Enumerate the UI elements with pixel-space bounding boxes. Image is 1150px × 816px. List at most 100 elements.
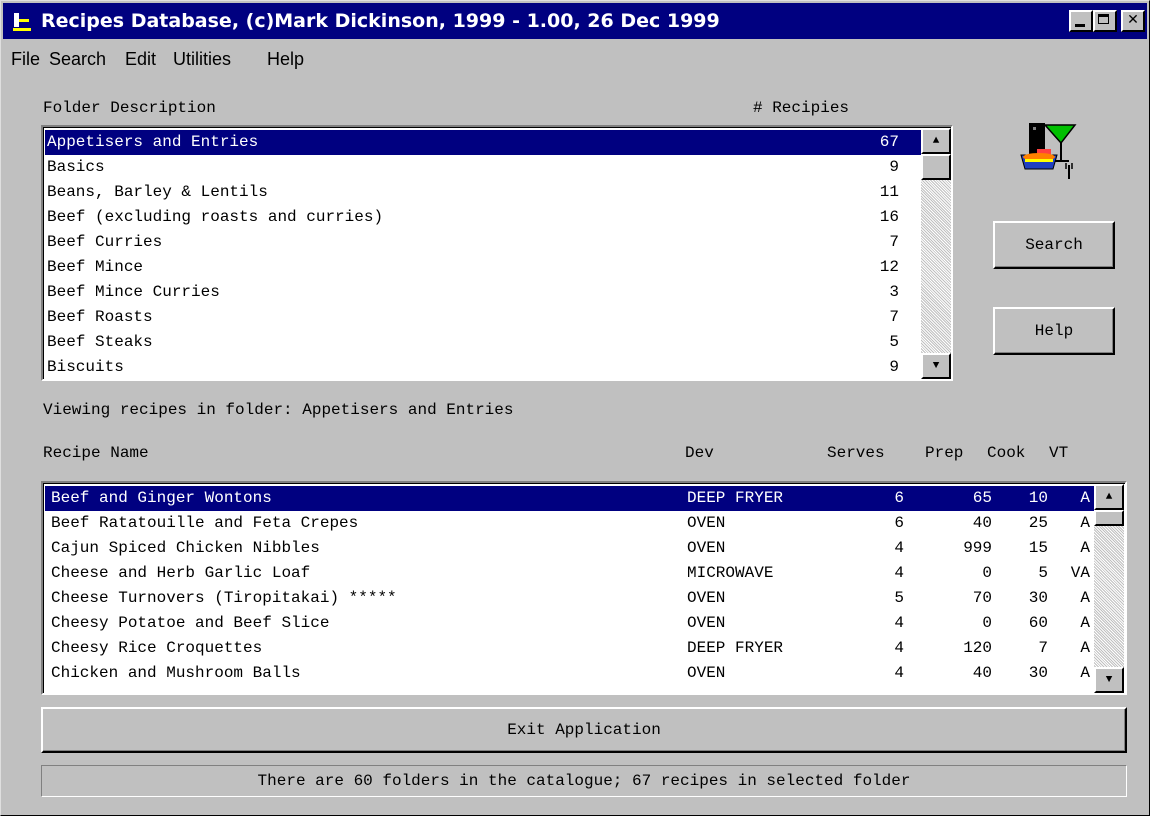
recipe-row[interactable]: Cajun Spiced Chicken Nibbles OVEN 4 999 … [45, 536, 1094, 561]
recipe-row[interactable]: Cheesy Potatoe and Beef Slice OVEN 4 0 6… [45, 611, 1094, 636]
recipe-row[interactable]: Cheese and Herb Garlic Loaf MICROWAVE 4 … [45, 561, 1094, 586]
folder-row[interactable]: Beans, Barley & Lentils 11 [45, 180, 921, 205]
scroll-thumb[interactable] [1094, 510, 1124, 526]
recipe-dev: OVEN [687, 589, 726, 607]
folder-row[interactable]: Beef Steaks 5 [45, 330, 921, 355]
recipe-vt: A [1080, 489, 1090, 507]
status-bar: There are 60 folders in the catalogue; 6… [41, 765, 1127, 797]
folder-scrollbar[interactable]: ▲ ▼ [921, 128, 951, 379]
recipe-vt: A [1080, 664, 1090, 682]
folder-row[interactable]: Biscuits 9 [45, 355, 921, 379]
recipe-serves: 6 [894, 489, 904, 507]
recipe-prep: 65 [972, 489, 992, 507]
recipe-vt: A [1080, 589, 1090, 607]
recipe-name: Cajun Spiced Chicken Nibbles [51, 539, 320, 557]
recipe-cook: 25 [1028, 514, 1048, 532]
recipe-name: Chicken and Mushroom Balls [51, 664, 301, 682]
recipe-row[interactable]: Cheesy Rice Croquettes DEEP FRYER 4 120 … [45, 636, 1094, 661]
recipe-cook: 15 [1028, 539, 1048, 557]
folder-row[interactable]: Basics 9 [45, 155, 921, 180]
folder-count: 12 [879, 258, 899, 276]
folder-row[interactable]: Appetisers and Entries 67 [45, 130, 921, 155]
prep-header: Prep [925, 444, 964, 462]
recipe-cook: 7 [1038, 639, 1048, 657]
recipe-prep: 40 [972, 514, 992, 532]
recipe-dev: MICROWAVE [687, 564, 774, 582]
cook-header: Cook [987, 444, 1026, 462]
title-bar[interactable]: Recipes Database, (c)Mark Dickinson, 199… [3, 3, 1147, 39]
folder-name: Beef Mince [47, 258, 144, 276]
scroll-down-icon[interactable]: ▼ [921, 353, 951, 379]
folder-description-header: Folder Description [43, 99, 216, 117]
recipe-cook: 5 [1038, 564, 1048, 582]
folder-row[interactable]: Beef Mince 12 [45, 255, 921, 280]
scroll-up-icon[interactable]: ▲ [1094, 484, 1124, 510]
folder-name: Beef Roasts [47, 308, 153, 326]
recipe-prep: 0 [982, 564, 992, 582]
recipe-cook: 60 [1028, 614, 1048, 632]
folder-row[interactable]: Beef (excluding roasts and curries) 16 [45, 205, 921, 230]
menu-edit[interactable]: Edit [125, 49, 156, 70]
recipe-row[interactable]: Cheese Turnovers (Tiropitakai) ***** OVE… [45, 586, 1094, 611]
viewing-folder-label: Viewing recipes in folder: Appetisers an… [43, 401, 514, 419]
menu-help[interactable]: Help [267, 49, 304, 70]
folder-count: 5 [889, 333, 899, 351]
recipe-dev: OVEN [687, 614, 726, 632]
recipe-prep: 120 [963, 639, 992, 657]
recipe-dev: OVEN [687, 539, 726, 557]
folder-count: 16 [879, 208, 899, 226]
folder-name: Beef (excluding roasts and curries) [47, 208, 384, 226]
folder-count: 11 [879, 183, 899, 201]
recipe-dev: OVEN [687, 514, 726, 532]
recipe-prep: 70 [972, 589, 992, 607]
recipe-cook: 30 [1028, 664, 1048, 682]
minimize-icon[interactable] [1069, 10, 1093, 32]
exit-application-button[interactable]: Exit Application [41, 707, 1127, 753]
recipe-count-header: # Recipies [753, 99, 850, 117]
folder-name: Beef Steaks [47, 333, 153, 351]
close-icon[interactable]: ✕ [1121, 10, 1145, 32]
search-button[interactable]: Search [993, 221, 1115, 269]
recipe-dev: DEEP FRYER [687, 489, 784, 507]
recipe-list[interactable]: Beef and Ginger Wontons DEEP FRYER 6 65 … [41, 481, 1127, 695]
menu-search[interactable]: Search [49, 49, 106, 70]
help-button[interactable]: Help [993, 307, 1115, 355]
maximize-icon[interactable] [1093, 10, 1117, 32]
folder-name: Beans, Barley & Lentils [47, 183, 268, 201]
folder-name: Beef Curries [47, 233, 163, 251]
folder-list[interactable]: Appetisers and Entries 67 Basics 9 Beans, … [41, 125, 953, 381]
menu-file[interactable]: File [11, 49, 40, 70]
recipe-name: Cheese and Herb Garlic Loaf [51, 564, 311, 582]
recipe-prep: 0 [982, 614, 992, 632]
scroll-down-icon[interactable]: ▼ [1094, 667, 1124, 693]
recipe-name-header: Recipe Name [43, 444, 149, 462]
recipe-dev: OVEN [687, 664, 726, 682]
folder-count: 7 [889, 308, 899, 326]
recipe-vt: A [1080, 514, 1090, 532]
recipe-prep: 999 [963, 539, 992, 557]
recipe-name: Cheese Turnovers (Tiropitakai) ***** [51, 589, 397, 607]
recipe-cook: 10 [1028, 489, 1048, 507]
recipe-row[interactable]: Beef Ratatouille and Feta Crepes OVEN 6 … [45, 511, 1094, 536]
folder-count: 67 [879, 133, 899, 151]
recipe-serves: 6 [894, 514, 904, 532]
main-window: Recipes Database, (c)Mark Dickinson, 199… [0, 0, 1150, 816]
recipe-serves: 4 [894, 614, 904, 632]
folder-count: 9 [889, 358, 899, 376]
recipe-cook: 30 [1028, 589, 1048, 607]
folder-row[interactable]: Beef Curries 7 [45, 230, 921, 255]
scroll-thumb[interactable] [921, 154, 951, 180]
scroll-up-icon[interactable]: ▲ [921, 128, 951, 154]
dev-header: Dev [685, 444, 714, 462]
recipe-name: Beef Ratatouille and Feta Crepes [51, 514, 359, 532]
folder-row[interactable]: Beef Mince Curries 3 [45, 280, 921, 305]
recipe-row[interactable]: Beef and Ginger Wontons DEEP FRYER 6 65 … [45, 486, 1094, 511]
recipe-row[interactable]: Chicken and Mushroom Balls OVEN 4 40 30 … [45, 661, 1094, 686]
folder-row[interactable]: Beef Roasts 7 [45, 305, 921, 330]
recipe-scrollbar[interactable]: ▲ ▼ [1094, 484, 1124, 693]
recipe-vt: VA [1070, 564, 1090, 582]
vt-header: VT [1049, 444, 1069, 462]
recipe-vt: A [1080, 614, 1090, 632]
recipe-serves: 4 [894, 539, 904, 557]
menu-utilities[interactable]: Utilities [173, 49, 231, 70]
